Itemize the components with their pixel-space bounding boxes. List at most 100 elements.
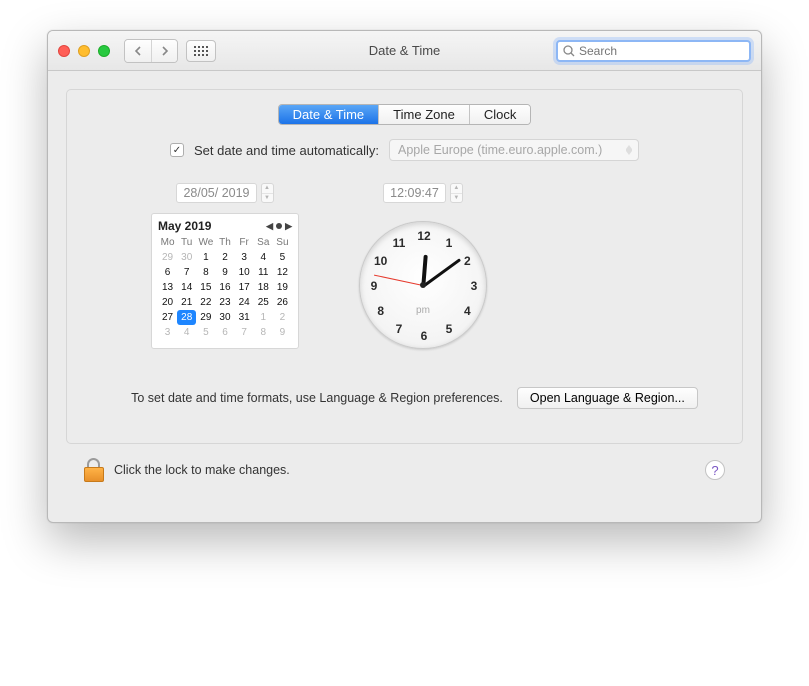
preferences-window: Date & Time Date & Time Time Zone Clock …: [47, 30, 762, 523]
calendar-day: 9: [273, 325, 292, 340]
minimize-icon[interactable]: [78, 45, 90, 57]
auto-checkbox[interactable]: ✓: [170, 143, 184, 157]
open-language-region-button[interactable]: Open Language & Region...: [517, 387, 698, 409]
clock-number: 2: [464, 254, 471, 268]
clock-number: 10: [374, 254, 387, 268]
calendar-day: 27: [158, 310, 177, 325]
tab-bar: Date & Time Time Zone Clock: [278, 104, 532, 125]
forward-button[interactable]: [151, 40, 177, 62]
clock-ampm: pm: [416, 305, 430, 316]
tab-date-time[interactable]: Date & Time: [279, 105, 379, 124]
calendar-day: 5: [196, 325, 215, 340]
calendar-dow: Th: [215, 235, 234, 250]
calendar-day: 2: [215, 250, 234, 265]
calendar-day: 23: [215, 295, 234, 310]
calendar-next-icon[interactable]: ▶: [285, 221, 292, 232]
date-stepper: ▲▼: [261, 183, 274, 203]
calendar-day: 18: [254, 280, 273, 295]
calendar-day: 6: [158, 265, 177, 280]
clock-number: 7: [396, 322, 403, 336]
clock-number: 12: [417, 229, 430, 243]
calendar-dow: Mo: [158, 235, 177, 250]
calendar-day: 3: [235, 250, 254, 265]
lock-icon[interactable]: [84, 458, 104, 482]
calendar-day: 8: [254, 325, 273, 340]
calendar-day: 12: [273, 265, 292, 280]
calendar-day: 19: [273, 280, 292, 295]
search-input[interactable]: [579, 44, 744, 58]
back-button[interactable]: [125, 40, 151, 62]
calendar-day: 11: [254, 265, 273, 280]
titlebar: Date & Time: [48, 31, 761, 71]
calendar-nav: ◀ ▶: [266, 221, 292, 232]
calendar: May 2019 ◀ ▶ MoTuWeThFrSaSu2930123456789…: [151, 213, 299, 349]
calendar-dow: Tu: [177, 235, 196, 250]
clock-number: 6: [421, 329, 428, 343]
calendar-day: 21: [177, 295, 196, 310]
clock-number: 3: [471, 279, 478, 293]
auto-label: Set date and time automatically:: [194, 143, 379, 158]
calendar-day: 4: [254, 250, 273, 265]
calendar-day: 24: [235, 295, 254, 310]
show-all-button[interactable]: [186, 40, 216, 62]
second-hand: [374, 275, 423, 286]
calendar-prev-icon[interactable]: ◀: [266, 221, 273, 232]
calendar-day: 7: [177, 265, 196, 280]
calendar-day: 1: [196, 250, 215, 265]
clock-number: 5: [446, 322, 453, 336]
help-button[interactable]: ?: [705, 460, 725, 480]
calendar-day: 4: [177, 325, 196, 340]
calendar-month-label: May 2019: [158, 219, 211, 233]
format-note: To set date and time formats, use Langua…: [131, 391, 503, 405]
calendar-day: 25: [254, 295, 273, 310]
calendar-day: 3: [158, 325, 177, 340]
calendar-day: 14: [177, 280, 196, 295]
calendar-dow: Sa: [254, 235, 273, 250]
calendar-day: 16: [215, 280, 234, 295]
minute-hand: [422, 258, 461, 287]
calendar-day: 8: [196, 265, 215, 280]
window-controls: [58, 45, 110, 57]
time-field: 12:09:47: [383, 183, 446, 203]
time-stepper: ▲▼: [450, 183, 463, 203]
calendar-dow: Fr: [235, 235, 254, 250]
search-icon: [563, 45, 575, 57]
calendar-day: 9: [215, 265, 234, 280]
calendar-day: 13: [158, 280, 177, 295]
calendar-day: 20: [158, 295, 177, 310]
clock-pin: [420, 282, 426, 288]
nav-buttons: [124, 39, 178, 63]
calendar-dow: Su: [273, 235, 292, 250]
calendar-day: 30: [177, 250, 196, 265]
calendar-day: 30: [215, 310, 234, 325]
calendar-day: 22: [196, 295, 215, 310]
clock-number: 1: [446, 236, 453, 250]
calendar-day: 17: [235, 280, 254, 295]
calendar-day: 6: [215, 325, 234, 340]
tab-time-zone[interactable]: Time Zone: [378, 105, 469, 124]
clock-number: 4: [464, 304, 471, 318]
calendar-day: 29: [196, 310, 215, 325]
calendar-day: 7: [235, 325, 254, 340]
date-field: 28/05/ 2019: [176, 183, 256, 203]
zoom-icon[interactable]: [98, 45, 110, 57]
time-server-dropdown: Apple Europe (time.euro.apple.com.): [389, 139, 639, 161]
calendar-day: 15: [196, 280, 215, 295]
calendar-dow: We: [196, 235, 215, 250]
close-icon[interactable]: [58, 45, 70, 57]
calendar-day: 10: [235, 265, 254, 280]
calendar-day: 26: [273, 295, 292, 310]
clock-number: 11: [393, 236, 406, 250]
clock-number: 8: [377, 304, 384, 318]
calendar-day: 31: [235, 310, 254, 325]
tab-clock[interactable]: Clock: [469, 105, 531, 124]
lock-hint: Click the lock to make changes.: [114, 463, 290, 477]
clock-number: 9: [371, 279, 378, 293]
search-field[interactable]: [556, 40, 751, 62]
calendar-day: 5: [273, 250, 292, 265]
calendar-day: 2: [273, 310, 292, 325]
analog-clock: pm 121234567891011: [359, 221, 487, 349]
calendar-day: 1: [254, 310, 273, 325]
calendar-day: 28: [177, 310, 196, 325]
calendar-today-icon[interactable]: [276, 223, 282, 229]
